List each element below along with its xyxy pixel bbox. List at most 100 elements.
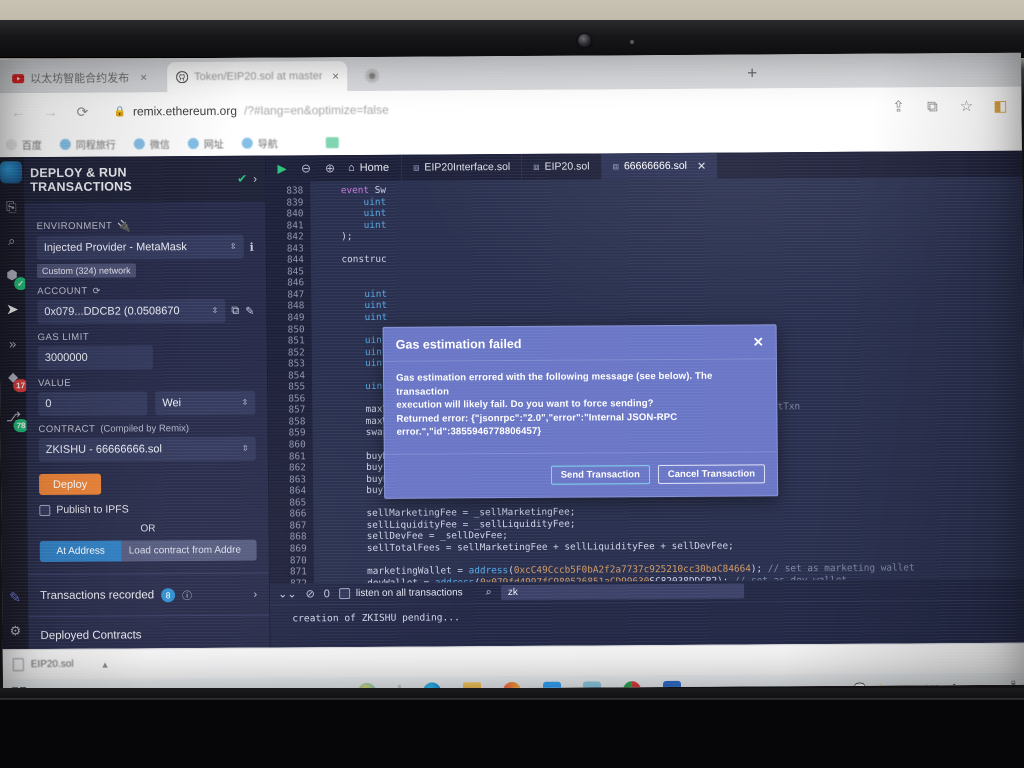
- contract-sublabel: (Compiled by Remix): [100, 423, 190, 435]
- close-icon[interactable]: ✕: [753, 334, 764, 350]
- solidity-file-icon: ⧈: [533, 161, 540, 173]
- gas-limit-input[interactable]: 3000000: [37, 345, 153, 371]
- bookmark-favicon: [241, 137, 253, 149]
- modal-body: Gas estimation errored with the followin…: [384, 359, 777, 439]
- terminal-search-input[interactable]: zk: [500, 583, 744, 601]
- file-explorer-icon[interactable]: ⎘: [1, 197, 21, 217]
- account-row: 0x079...DDCB2 (0.0508670 ⇳ ⧉ ✎: [37, 298, 254, 325]
- account-value: 0x079...DDCB2 (0.0508670: [44, 305, 180, 319]
- deploy-button[interactable]: Deploy: [38, 473, 102, 496]
- send-transaction-button[interactable]: Send Transaction: [550, 465, 650, 485]
- editor-tab-0[interactable]: ⧈ EIP20Interface.sol: [400, 153, 522, 181]
- address-bar-url-path: /?#lang=en&optimize=false: [243, 102, 389, 118]
- editor-tab-1[interactable]: ⧈ EIP20.sol: [521, 153, 601, 180]
- git-icon[interactable]: ⎇ 78: [3, 407, 29, 433]
- account-select[interactable]: 0x079...DDCB2 (0.0508670 ⇳: [37, 298, 226, 325]
- editor-tab-2-close-icon[interactable]: ✕: [697, 159, 706, 172]
- plugin-icon[interactable]: ✎: [5, 587, 25, 607]
- photographed-laptop-screen: 以太坊智能合约发布，上架Uni × Token/EIP20.sol at mas…: [0, 0, 1024, 768]
- panel-body: ENVIRONMENT 🔌 Injected Provider - MetaMa…: [24, 202, 268, 563]
- webcam-icon: [578, 34, 591, 47]
- value-input[interactable]: 0: [38, 391, 148, 417]
- lock-icon: 🔒: [113, 105, 126, 118]
- at-address-input[interactable]: Load contract from Addre: [121, 539, 257, 562]
- solidity-file-icon: ⧈: [612, 160, 619, 172]
- bookmark-item-0[interactable]: 百度: [5, 137, 42, 152]
- publish-ipfs-row[interactable]: Publish to IPFS: [39, 503, 256, 516]
- or-divider: OR: [140, 523, 156, 535]
- settings-gear-icon[interactable]: ⚙: [5, 621, 25, 641]
- share-icon[interactable]: ⇪: [889, 97, 907, 115]
- search-icon[interactable]: ⌕: [2, 231, 22, 251]
- remix-logo-icon[interactable]: [0, 161, 23, 184]
- solidity-compiler-icon[interactable]: ⬢ ✓: [2, 265, 28, 291]
- zoom-in-icon[interactable]: ⊕: [318, 161, 342, 175]
- desk-surface: [0, 700, 1024, 768]
- address-bar[interactable]: 🔒 remix.ethereum.org /?#lang=en&optimize=…: [105, 94, 875, 125]
- info-icon[interactable]: ⓘ: [182, 587, 192, 602]
- download-filename: EIP20.sol: [30, 658, 74, 671]
- transactions-recorded-row[interactable]: Transactions recorded 8 ⓘ ›: [28, 574, 269, 617]
- bookmark-item-4[interactable]: 导航: [241, 135, 278, 150]
- bookmark-favicon: [5, 138, 17, 150]
- browser-tab-0[interactable]: 以太坊智能合约发布，上架Uni ×: [3, 62, 155, 93]
- home-icon: ⌂: [347, 162, 355, 175]
- no-entry-icon[interactable]: ⊘: [305, 587, 315, 600]
- debugger-icon[interactable]: »: [3, 333, 23, 353]
- bookmark-item-2[interactable]: 微信: [133, 136, 170, 151]
- deploy-run-icon[interactable]: ➤: [2, 299, 22, 319]
- value-amount: 0: [45, 397, 52, 411]
- editor-tab-home[interactable]: ⌂ Home: [342, 162, 401, 174]
- chevrons-down-icon[interactable]: ⌄⌄: [278, 587, 297, 600]
- editor-tab-0-label: EIP20Interface.sol: [424, 161, 511, 174]
- browser-tab-1-close-icon[interactable]: ×: [332, 69, 339, 83]
- copy-icon[interactable]: ⧉: [231, 304, 239, 317]
- chrome-browser-window: 以太坊智能合约发布，上架Uni × Token/EIP20.sol at mas…: [0, 52, 1024, 692]
- edit-icon[interactable]: ✎: [245, 304, 254, 317]
- download-item[interactable]: EIP20.sol: [12, 658, 74, 672]
- browser-tab-0-close-icon[interactable]: ×: [140, 70, 147, 84]
- search-icon[interactable]: ⌕: [486, 586, 492, 599]
- translate-icon[interactable]: ⧉: [923, 98, 941, 115]
- bookmark-item-3[interactable]: 网址: [187, 135, 224, 151]
- forward-arrow-icon[interactable]: →: [41, 103, 59, 120]
- new-tab-button[interactable]: +: [747, 63, 757, 83]
- publish-ipfs-checkbox[interactable]: [39, 504, 51, 516]
- deploy-run-panel: DEPLOY & RUN TRANSACTIONS ✔ › ENVIRONMEN…: [23, 155, 271, 650]
- bookmark-item-1[interactable]: 同程旅行: [59, 136, 116, 151]
- tab-group-icon[interactable]: [365, 68, 380, 83]
- environment-label: ENVIRONMENT 🔌: [36, 220, 132, 233]
- browser-tab-1[interactable]: Token/EIP20.sol at master ×: [167, 61, 348, 93]
- publish-ipfs-label: Publish to IPFS: [56, 503, 129, 516]
- bookmark-label: 网址: [203, 139, 224, 151]
- at-address-button[interactable]: At Address: [39, 540, 122, 563]
- extension-icon[interactable]: ◧: [991, 97, 1009, 115]
- editor-tab-2[interactable]: ⧈ 66666666.sol ✕: [600, 152, 718, 180]
- deployed-contracts-label: Deployed Contracts: [40, 629, 142, 643]
- chevron-up-icon[interactable]: ▲: [101, 659, 110, 669]
- environment-value: Injected Provider - MetaMask: [43, 241, 187, 255]
- value-unit-select[interactable]: Wei ⇳: [155, 390, 256, 416]
- reload-icon[interactable]: ⟳: [73, 103, 91, 120]
- deployed-contracts-row[interactable]: Deployed Contracts: [28, 616, 269, 650]
- contract-select[interactable]: ZKISHU - 66666666.sol ⇳: [38, 436, 256, 463]
- chevron-right-icon[interactable]: ›: [253, 172, 257, 186]
- address-bar-url: remix.ethereum.org: [132, 103, 238, 119]
- back-arrow-icon[interactable]: ←: [9, 104, 27, 121]
- refresh-icon[interactable]: ⟳: [93, 286, 101, 297]
- info-icon[interactable]: ℹ: [250, 240, 254, 253]
- listen-all-transactions-checkbox[interactable]: [338, 588, 350, 600]
- editor-tab-1-label: EIP20.sol: [544, 160, 590, 173]
- chevron-right-icon[interactable]: ›: [253, 588, 257, 600]
- play-icon[interactable]: ▶: [270, 161, 294, 175]
- listen-all-transactions-row[interactable]: listen on all transactions: [338, 587, 463, 600]
- star-icon[interactable]: ☆: [957, 97, 975, 115]
- cancel-transaction-button[interactable]: Cancel Transaction: [657, 464, 766, 485]
- bookmark-label: 微信: [149, 139, 170, 151]
- panel-header[interactable]: DEPLOY & RUN TRANSACTIONS ✔ ›: [23, 155, 266, 204]
- zoom-out-icon[interactable]: ⊖: [294, 161, 318, 175]
- panel-title: DEPLOY & RUN TRANSACTIONS: [30, 165, 132, 195]
- environment-select[interactable]: Injected Provider - MetaMask ⇳: [36, 234, 244, 261]
- bookmark-folder-icon[interactable]: [325, 136, 339, 148]
- plugin-manager-icon[interactable]: ◆ 17: [3, 367, 29, 393]
